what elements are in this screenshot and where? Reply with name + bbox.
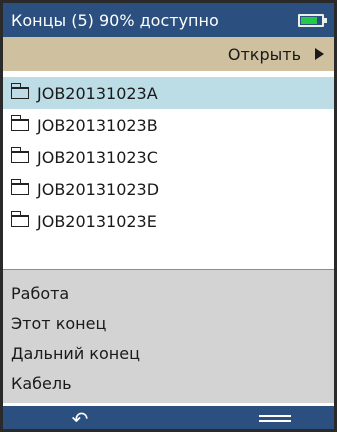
folder-item[interactable]: JOB20131023D xyxy=(3,173,334,205)
folder-icon xyxy=(10,179,29,195)
device-screen: Концы (5) 90% доступно Открыть JOB201310… xyxy=(0,0,337,432)
menu-item-far-end[interactable]: Дальний конец xyxy=(3,338,334,368)
menu-item-label: Работа xyxy=(11,283,70,303)
folder-icon xyxy=(10,115,29,131)
open-bar[interactable]: Открыть xyxy=(3,37,334,71)
battery-level xyxy=(301,17,317,24)
open-label: Открыть xyxy=(227,44,301,64)
menu-item-label: Этот конец xyxy=(11,313,107,333)
menu-item-work[interactable]: Работа xyxy=(3,278,334,308)
folder-name: JOB20131023E xyxy=(37,211,157,231)
menu-item-cable[interactable]: Кабель xyxy=(3,368,334,398)
battery-icon xyxy=(298,14,327,27)
folder-name: JOB20131023A xyxy=(37,83,158,103)
menu-item-this-end[interactable]: Этот конец xyxy=(3,308,334,338)
back-button[interactable]: ↶ xyxy=(67,407,93,431)
folder-item[interactable]: JOB20131023C xyxy=(3,141,334,173)
folder-icon xyxy=(10,83,29,99)
folder-name: JOB20131023D xyxy=(37,179,160,199)
screen-title: Концы (5) 90% доступно xyxy=(11,10,219,30)
folder-icon xyxy=(10,211,29,227)
folder-item[interactable]: JOB20131023A xyxy=(3,77,334,109)
folder-list: JOB20131023A JOB20131023B JOB20131023C J… xyxy=(3,77,334,273)
hamburger-menu-icon xyxy=(259,420,291,422)
hamburger-menu-icon xyxy=(259,415,291,417)
folder-name: JOB20131023C xyxy=(37,147,158,167)
folder-name: JOB20131023B xyxy=(37,115,158,135)
back-arrow-icon: ↶ xyxy=(71,407,89,431)
title-bar: Концы (5) 90% доступно xyxy=(3,3,334,37)
folder-item[interactable]: JOB20131023B xyxy=(3,109,334,141)
menu-panel: Работа Этот конец Дальний конец Кабель xyxy=(3,270,334,403)
folder-item[interactable]: JOB20131023E xyxy=(3,205,334,237)
menu-item-label: Дальний конец xyxy=(11,343,140,363)
menu-item-label: Кабель xyxy=(11,373,72,393)
play-arrow-icon xyxy=(315,48,324,60)
bottom-bar: ↶ xyxy=(3,406,334,431)
folder-icon xyxy=(10,147,29,163)
menu-button[interactable] xyxy=(259,412,291,426)
